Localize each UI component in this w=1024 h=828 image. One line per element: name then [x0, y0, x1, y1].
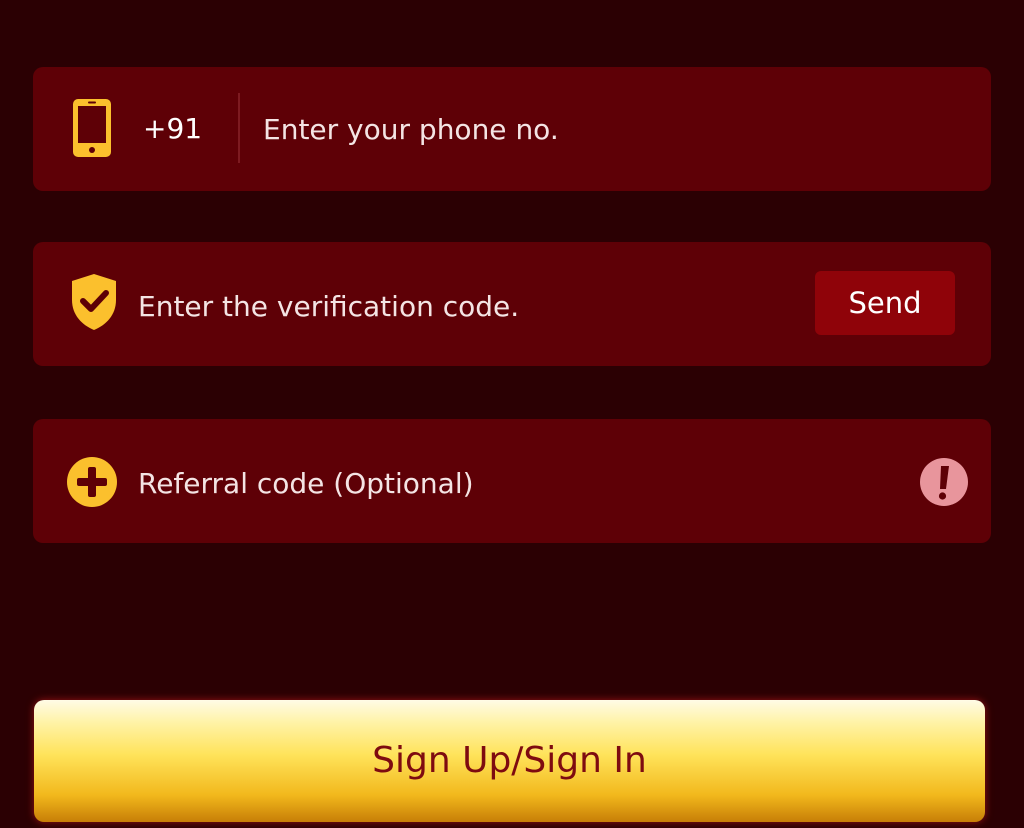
shield-check-icon [72, 274, 116, 330]
send-code-button[interactable]: Send [815, 271, 955, 335]
verification-field-row[interactable]: Send [33, 242, 991, 366]
phone-field-row[interactable]: +91 [33, 67, 991, 191]
referral-code-input[interactable] [138, 463, 898, 503]
verification-code-input[interactable] [138, 286, 798, 326]
exclamation-icon[interactable] [919, 457, 969, 507]
phone-icon [73, 99, 111, 157]
field-divider [238, 93, 240, 163]
phone-input[interactable] [263, 109, 943, 149]
plus-circle-icon [67, 457, 117, 507]
country-code-label[interactable]: +91 [143, 111, 202, 147]
sign-up-sign-in-button[interactable]: Sign Up/Sign In [34, 700, 985, 822]
referral-field-row[interactable] [33, 419, 991, 543]
